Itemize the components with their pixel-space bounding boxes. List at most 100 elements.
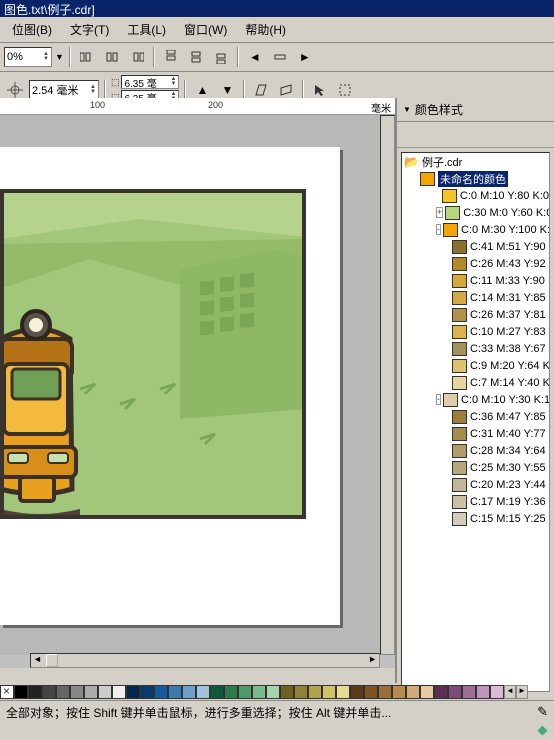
palette-swatch[interactable] xyxy=(350,685,364,699)
palette-swatch[interactable] xyxy=(364,685,378,699)
nudge-right-icon[interactable]: ► xyxy=(294,46,316,68)
palette-swatch[interactable] xyxy=(420,685,434,699)
palette-swatch[interactable] xyxy=(392,685,406,699)
align-vbottom-icon[interactable] xyxy=(210,46,232,68)
palette-swatch[interactable] xyxy=(490,685,504,699)
palette-swatch[interactable] xyxy=(434,685,448,699)
menu-bitmap[interactable]: 位图(B) xyxy=(4,19,60,40)
color-label: C:0 M:10 Y:80 K:0 xyxy=(460,190,549,202)
tree-unnamed-color[interactable]: 未命名的颜色 xyxy=(402,170,549,187)
scroll-right-icon[interactable]: ► xyxy=(368,654,377,664)
tree-color-item[interactable]: -C:0 M:10 Y:30 K:10 xyxy=(402,391,549,408)
palette-swatch[interactable] xyxy=(280,685,294,699)
palette-swatch[interactable] xyxy=(14,685,28,699)
no-color-swatch[interactable] xyxy=(0,685,14,699)
palette-swatch[interactable] xyxy=(154,685,168,699)
zoom-combo[interactable]: ▲▼ xyxy=(4,47,52,67)
palette-swatch[interactable] xyxy=(56,685,70,699)
tree-color-item[interactable]: C:15 M:15 Y:25 xyxy=(402,510,549,527)
spinner-icon[interactable]: ▲▼ xyxy=(43,52,49,62)
tree-color-item[interactable]: C:10 M:27 Y:83 xyxy=(402,323,549,340)
palette-swatch[interactable] xyxy=(168,685,182,699)
tree-color-item[interactable]: C:11 M:33 Y:90 xyxy=(402,272,549,289)
menu-window[interactable]: 窗口(W) xyxy=(176,19,235,40)
menu-help[interactable]: 帮助(H) xyxy=(237,19,294,40)
palette-swatch[interactable] xyxy=(378,685,392,699)
tree-color-item[interactable]: C:9 M:20 Y:64 K xyxy=(402,357,549,374)
scroll-left-icon[interactable]: ◄ xyxy=(33,654,42,664)
align-button-icon[interactable] xyxy=(269,46,291,68)
align-vcenter-icon[interactable] xyxy=(185,46,207,68)
tree-color-item[interactable]: C:26 M:43 Y:92 xyxy=(402,255,549,272)
tree-color-item[interactable]: C:0 M:10 Y:80 K:0 xyxy=(402,187,549,204)
palette-swatch[interactable] xyxy=(336,685,350,699)
palette-swatch[interactable] xyxy=(462,685,476,699)
palette-swatch[interactable] xyxy=(406,685,420,699)
nudge-left-icon[interactable]: ◄ xyxy=(244,46,266,68)
palette-swatch[interactable] xyxy=(322,685,336,699)
tree-color-item[interactable]: C:26 M:37 Y:81 xyxy=(402,306,549,323)
tree-color-item[interactable]: C:41 M:51 Y:90 xyxy=(402,238,549,255)
zoom-input[interactable] xyxy=(7,51,43,63)
align-left-icon[interactable] xyxy=(76,46,98,68)
align-vtop-icon[interactable] xyxy=(160,46,182,68)
tree-color-item[interactable]: + C:30 M:0 Y:60 K:0 xyxy=(402,204,549,221)
color-label: C:30 M:0 Y:60 K:0 xyxy=(463,207,550,219)
palette-swatch[interactable] xyxy=(266,685,280,699)
palette-swatch[interactable] xyxy=(224,685,238,699)
tree-color-item[interactable]: C:25 M:30 Y:55 xyxy=(402,459,549,476)
expand-icon[interactable]: - xyxy=(436,224,441,235)
collapse-icon[interactable]: ▼ xyxy=(403,105,411,114)
color-label: C:26 M:37 Y:81 xyxy=(470,309,546,321)
align-center-icon[interactable] xyxy=(101,46,123,68)
palette-swatch[interactable] xyxy=(476,685,490,699)
tree-color-item[interactable]: C:31 M:40 Y:77 xyxy=(402,425,549,442)
tree-root[interactable]: 📂 例子.cdr xyxy=(402,153,549,170)
tree-color-item[interactable]: C:28 M:34 Y:64 xyxy=(402,442,549,459)
spinner-icon[interactable]: ▲▼ xyxy=(170,77,176,87)
tree-color-item[interactable]: C:33 M:38 Y:67 xyxy=(402,340,549,357)
palette-swatch[interactable] xyxy=(294,685,308,699)
expand-icon[interactable]: + xyxy=(436,207,443,218)
palette-swatch[interactable] xyxy=(252,685,266,699)
palette-swatch[interactable] xyxy=(98,685,112,699)
align-right-icon[interactable] xyxy=(126,46,148,68)
unit-input[interactable] xyxy=(32,84,90,96)
menu-tools[interactable]: 工具(L) xyxy=(119,19,174,40)
menu-text[interactable]: 文字(T) xyxy=(62,19,117,40)
width-input[interactable] xyxy=(124,77,170,88)
palette-scroll-left-icon[interactable]: ◄ xyxy=(504,685,516,699)
palette-swatch[interactable] xyxy=(308,685,322,699)
palette-swatch[interactable] xyxy=(28,685,42,699)
color-tree[interactable]: 📂 例子.cdr 未命名的颜色 C:0 M:10 Y:80 K:0 + C:30 M… xyxy=(401,152,550,692)
canvas[interactable] xyxy=(0,115,380,655)
scrollbar-thumb[interactable] xyxy=(46,654,58,667)
spinner-icon[interactable]: ▲▼ xyxy=(90,85,96,95)
palette-swatch[interactable] xyxy=(42,685,56,699)
palette-swatch[interactable] xyxy=(448,685,462,699)
scrollbar-horizontal[interactable]: ◄ ► xyxy=(30,653,380,668)
panel-title[interactable]: ▼ 颜色样式 xyxy=(397,98,554,122)
color-label: C:17 M:19 Y:36 xyxy=(470,496,546,508)
palette-swatch[interactable] xyxy=(210,685,224,699)
palette-swatch[interactable] xyxy=(126,685,140,699)
tree-color-item[interactable]: C:14 M:31 Y:85 xyxy=(402,289,549,306)
expand-icon[interactable]: - xyxy=(436,394,441,405)
palette-scroll-right-icon[interactable]: ► xyxy=(516,685,528,699)
scrollbar-vertical[interactable] xyxy=(380,115,395,655)
palette-swatch[interactable] xyxy=(140,685,154,699)
palette-swatch[interactable] xyxy=(70,685,84,699)
tree-color-item[interactable]: C:20 M:23 Y:44 xyxy=(402,476,549,493)
palette-swatch[interactable] xyxy=(84,685,98,699)
color-swatch xyxy=(452,444,467,458)
tree-color-item[interactable]: C:36 M:47 Y:85 xyxy=(402,408,549,425)
dropdown-icon[interactable]: ▼ xyxy=(55,52,64,62)
palette-swatch[interactable] xyxy=(182,685,196,699)
tree-color-item[interactable]: C:7 M:14 Y:40 K xyxy=(402,374,549,391)
tree-color-item[interactable]: -C:0 M:30 Y:100 K:0 xyxy=(402,221,549,238)
tree-color-item[interactable]: C:17 M:19 Y:36 xyxy=(402,493,549,510)
palette-swatch[interactable] xyxy=(112,685,126,699)
palette-swatch[interactable] xyxy=(238,685,252,699)
unit-combo[interactable]: ▲▼ xyxy=(29,80,99,100)
palette-swatch[interactable] xyxy=(196,685,210,699)
